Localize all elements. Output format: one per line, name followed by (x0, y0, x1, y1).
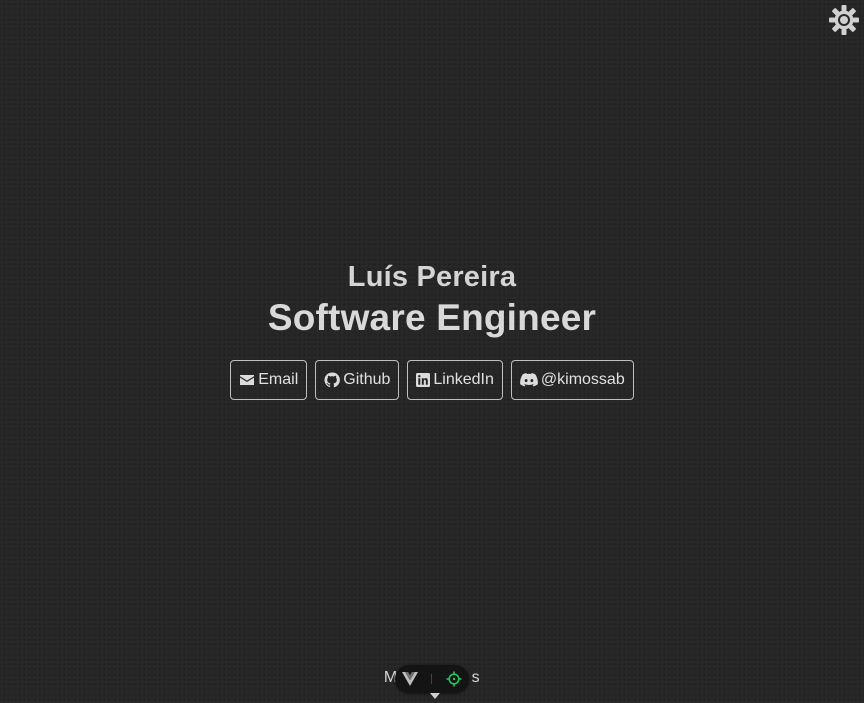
devtools-toolbar (395, 665, 469, 693)
hero-section: Luís Pereira Software Engineer Email Git… (0, 258, 864, 400)
github-link-button[interactable]: Github (315, 360, 400, 400)
profile-role: Software Engineer (267, 297, 597, 338)
scroll-down-caret-icon[interactable] (430, 693, 440, 699)
github-icon (324, 372, 341, 388)
profile-name: Luís Pereira (347, 261, 517, 293)
discord-icon (520, 373, 538, 387)
linkedin-icon (416, 373, 431, 387)
theme-toggle-button[interactable] (828, 4, 860, 36)
linkedin-link-label: LinkedIn (433, 371, 494, 388)
sun-gear-icon (829, 5, 859, 35)
crosshair-icon[interactable] (446, 671, 462, 687)
section-nav-label-right: s (471, 669, 481, 686)
envelope-icon (240, 375, 255, 385)
email-link-button[interactable]: Email (230, 360, 308, 400)
discord-link-button[interactable]: @kimossab (510, 360, 634, 400)
linkedin-link-button[interactable]: LinkedIn (407, 360, 503, 400)
github-link-label: Github (343, 371, 391, 388)
vue-logo-icon[interactable] (401, 672, 418, 686)
contact-links: Email Github LinkedIn @kimossab (0, 360, 864, 400)
email-link-label: Email (258, 371, 299, 388)
devtools-separator (431, 674, 433, 684)
discord-link-label: @kimossab (540, 371, 625, 388)
